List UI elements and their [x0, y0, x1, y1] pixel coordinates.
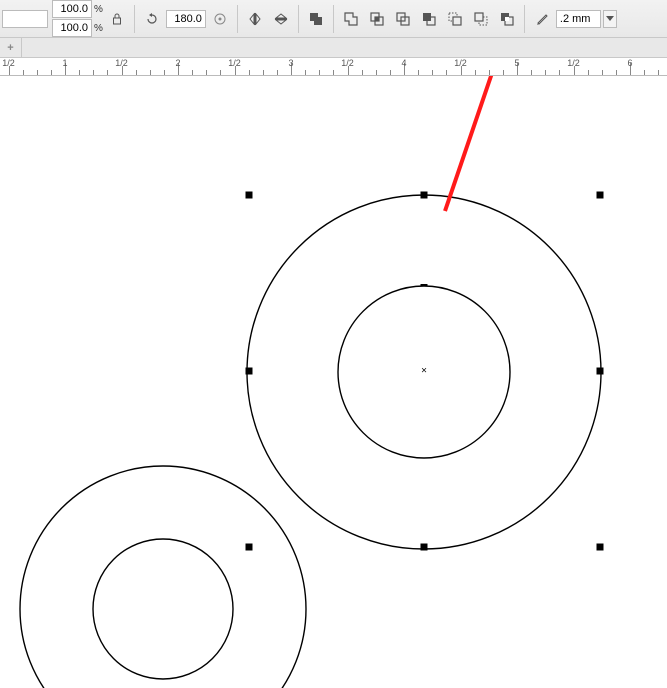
- intersect-button[interactable]: [391, 7, 415, 31]
- drawing-canvas[interactable]: ×: [0, 76, 667, 688]
- selection-handle[interactable]: [597, 192, 604, 199]
- scale-y-input[interactable]: [52, 19, 92, 37]
- ruler-major-label: 2: [175, 58, 180, 68]
- trim-button[interactable]: [365, 7, 389, 31]
- ruler-half-label: 1/2: [341, 58, 354, 68]
- selection-node[interactable]: [421, 284, 428, 286]
- outline-width-input[interactable]: [556, 10, 601, 28]
- lock-ratio-button[interactable]: [105, 7, 129, 31]
- ruler-major-label: 1: [62, 58, 67, 68]
- selection-handle[interactable]: [597, 544, 604, 551]
- ruler-major-label: 3: [288, 58, 293, 68]
- add-page-button[interactable]: +: [0, 38, 22, 57]
- ruler-major-label: 6: [627, 58, 632, 68]
- ruler-half-label: 1/2: [454, 58, 467, 68]
- percent-label: %: [94, 23, 103, 34]
- ruler-half-label: 1/2: [567, 58, 580, 68]
- ruler-half-label: 1/2: [2, 58, 15, 68]
- outline-width-dropdown[interactable]: [603, 10, 617, 28]
- ruler-half-label: 1/2: [115, 58, 128, 68]
- front-minus-back-button[interactable]: [443, 7, 467, 31]
- create-boundary-button[interactable]: [495, 7, 519, 31]
- rotation-center-icon[interactable]: [208, 7, 232, 31]
- outline-pen-icon[interactable]: [530, 7, 554, 31]
- mirror-horizontal-button[interactable]: [243, 7, 267, 31]
- rotation-angle-input[interactable]: [166, 10, 206, 28]
- ruler-half-label: 1/2: [228, 58, 241, 68]
- selection-handle[interactable]: [421, 544, 428, 551]
- position-x-input[interactable]: [2, 10, 48, 28]
- selection-handle[interactable]: [597, 368, 604, 375]
- horizontal-ruler: 1/2 1 1/2 2 1/2 3 1/2 4 1/2 5 1/2 6: [0, 58, 667, 76]
- weld-button[interactable]: [339, 7, 363, 31]
- selection-handle[interactable]: [421, 192, 428, 199]
- selection-handle[interactable]: [246, 192, 253, 199]
- ruler-major-label: 5: [514, 58, 519, 68]
- percent-label: %: [94, 4, 103, 15]
- ruler-major-label: 4: [401, 58, 406, 68]
- scale-x-input[interactable]: [52, 0, 92, 18]
- selection-center-marker: ×: [421, 366, 427, 377]
- property-bar: % %: [0, 0, 667, 38]
- scale-group: % %: [52, 0, 103, 37]
- rotate-ccw-icon[interactable]: [140, 7, 164, 31]
- back-minus-front-button[interactable]: [469, 7, 493, 31]
- combine-button[interactable]: [304, 7, 328, 31]
- document-tabstrip: +: [0, 38, 667, 58]
- selection-handle[interactable]: [246, 368, 253, 375]
- simplify-button[interactable]: [417, 7, 441, 31]
- mirror-vertical-button[interactable]: [269, 7, 293, 31]
- shape-donut-small[interactable]: [18, 464, 308, 688]
